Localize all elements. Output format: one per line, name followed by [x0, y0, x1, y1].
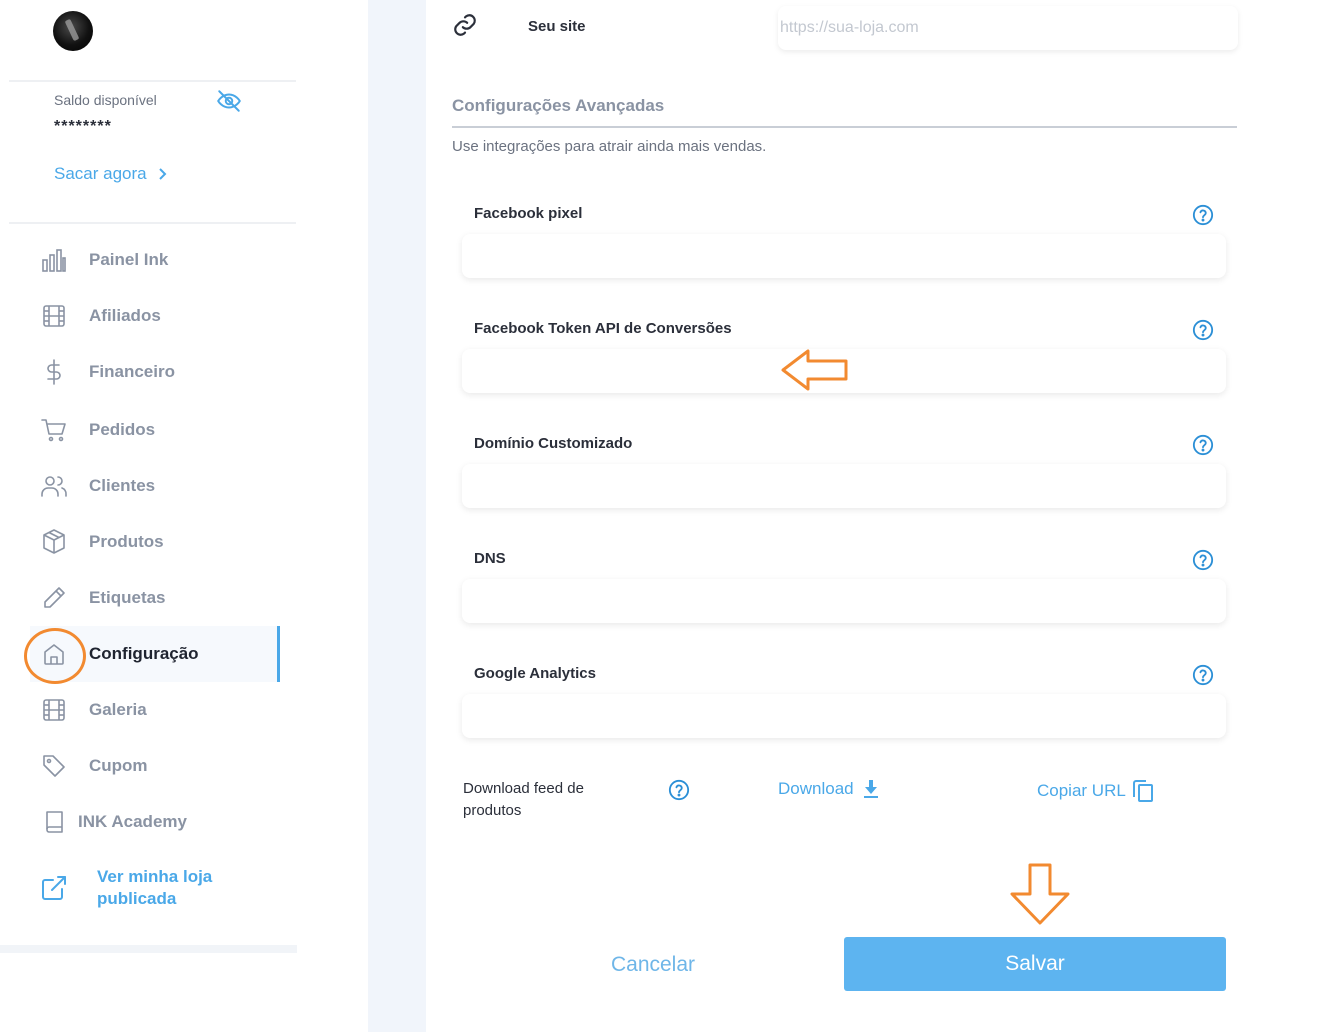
copy-url-link[interactable]: Copiar URL [1037, 779, 1154, 803]
divider [452, 126, 1237, 128]
copy-icon [1132, 780, 1153, 802]
sidebar-item-painel-ink[interactable]: Painel Ink [30, 232, 280, 288]
sidebar-item-label: Galeria [89, 700, 147, 719]
facebook-pixel-label: Facebook pixel [474, 205, 583, 222]
sidebar-item-label: Produtos [89, 532, 164, 551]
google-analytics-label: Google Analytics [474, 665, 596, 682]
pencil-icon [44, 587, 65, 608]
sidebar-item-label: Cupom [89, 756, 148, 775]
facebook-pixel-input[interactable] [462, 234, 1226, 278]
dns-label: DNS [474, 550, 506, 567]
content-gutter [368, 0, 426, 1032]
google-analytics-input[interactable] [462, 694, 1226, 738]
sidebar-item-financeiro[interactable]: Financeiro [30, 344, 280, 400]
divider [9, 222, 296, 224]
balance-value: ******** [54, 118, 112, 135]
help-icon[interactable] [1192, 204, 1214, 226]
site-label: Seu site [528, 18, 586, 35]
withdraw-link[interactable]: Sacar agora [54, 164, 167, 184]
sidebar-item-clientes[interactable]: Clientes [30, 458, 280, 514]
download-icon [863, 780, 878, 798]
copy-url-label: Copiar URL [1037, 781, 1126, 800]
sidebar-item-produtos[interactable]: Produtos [30, 514, 280, 570]
annotation-arrow-down [1010, 863, 1070, 925]
help-icon[interactable] [1192, 664, 1214, 686]
users-icon [41, 476, 67, 497]
download-label: Download [778, 779, 854, 798]
box-icon [43, 529, 65, 554]
avatar[interactable] [53, 11, 93, 51]
film-icon [43, 699, 65, 721]
cancel-button[interactable]: Cancelar [560, 938, 746, 992]
sidebar-item-label: Painel Ink [89, 250, 169, 269]
film-icon [43, 305, 65, 327]
save-button[interactable]: Salvar [844, 937, 1226, 991]
site-url-input[interactable] [778, 6, 1238, 50]
book-icon [46, 811, 63, 833]
feed-label: Download feed de produtos [463, 780, 584, 819]
sidebar-item-label: Ver minha loja publicada [97, 867, 213, 908]
annotation-arrow-left [781, 349, 848, 391]
facebook-token-label: Facebook Token API de Conversões [474, 320, 732, 337]
sidebar-item-etiquetas[interactable]: Etiquetas [30, 570, 280, 626]
help-icon[interactable] [1192, 319, 1214, 341]
help-icon[interactable] [1192, 549, 1214, 571]
tag-icon [43, 755, 65, 777]
annotation-circle [24, 628, 86, 684]
sidebar-footer-bar [0, 945, 297, 953]
sidebar-item-afiliados[interactable]: Afiliados [30, 288, 280, 344]
sidebar-item-pedidos[interactable]: Pedidos [30, 402, 280, 458]
advanced-section-title: Configurações Avançadas [452, 96, 665, 115]
sidebar-item-ver-loja[interactable]: Ver minha loja publicada [30, 860, 280, 916]
sidebar-item-galeria[interactable]: Galeria [30, 682, 280, 738]
sidebar-item-label: Etiquetas [89, 588, 166, 607]
bar-chart-icon [42, 249, 66, 272]
dns-input[interactable] [462, 579, 1226, 623]
help-icon[interactable] [1192, 434, 1214, 456]
sidebar-item-label: Financeiro [89, 362, 175, 381]
external-link-icon [42, 876, 66, 900]
link-icon [454, 14, 476, 36]
help-icon[interactable] [668, 779, 690, 801]
dollar-icon [47, 359, 61, 385]
sidebar-item-label: Afiliados [89, 306, 161, 325]
divider [9, 80, 296, 82]
advanced-section-subtitle: Use integrações para atrair ainda mais v… [452, 138, 767, 155]
custom-domain-label: Domínio Customizado [474, 435, 633, 452]
custom-domain-input[interactable] [462, 464, 1226, 508]
sidebar-item-ink-academy[interactable]: INK Academy [30, 794, 280, 850]
sidebar-item-label: Configuração [89, 644, 199, 663]
chevron-right-icon [158, 168, 167, 180]
sidebar-item-cupom[interactable]: Cupom [30, 738, 280, 794]
sidebar: Saldo disponível ******** Sacar agora Pa… [0, 0, 300, 1032]
sidebar-item-label: Clientes [89, 476, 156, 495]
balance-label: Saldo disponível [54, 92, 157, 108]
sidebar-item-label: Pedidos [89, 420, 156, 439]
eye-off-icon[interactable] [216, 88, 242, 114]
cart-icon [41, 419, 66, 442]
download-feed-link[interactable]: Download [778, 779, 880, 799]
withdraw-label: Sacar agora [54, 164, 147, 183]
sidebar-item-label: INK Academy [78, 812, 187, 831]
